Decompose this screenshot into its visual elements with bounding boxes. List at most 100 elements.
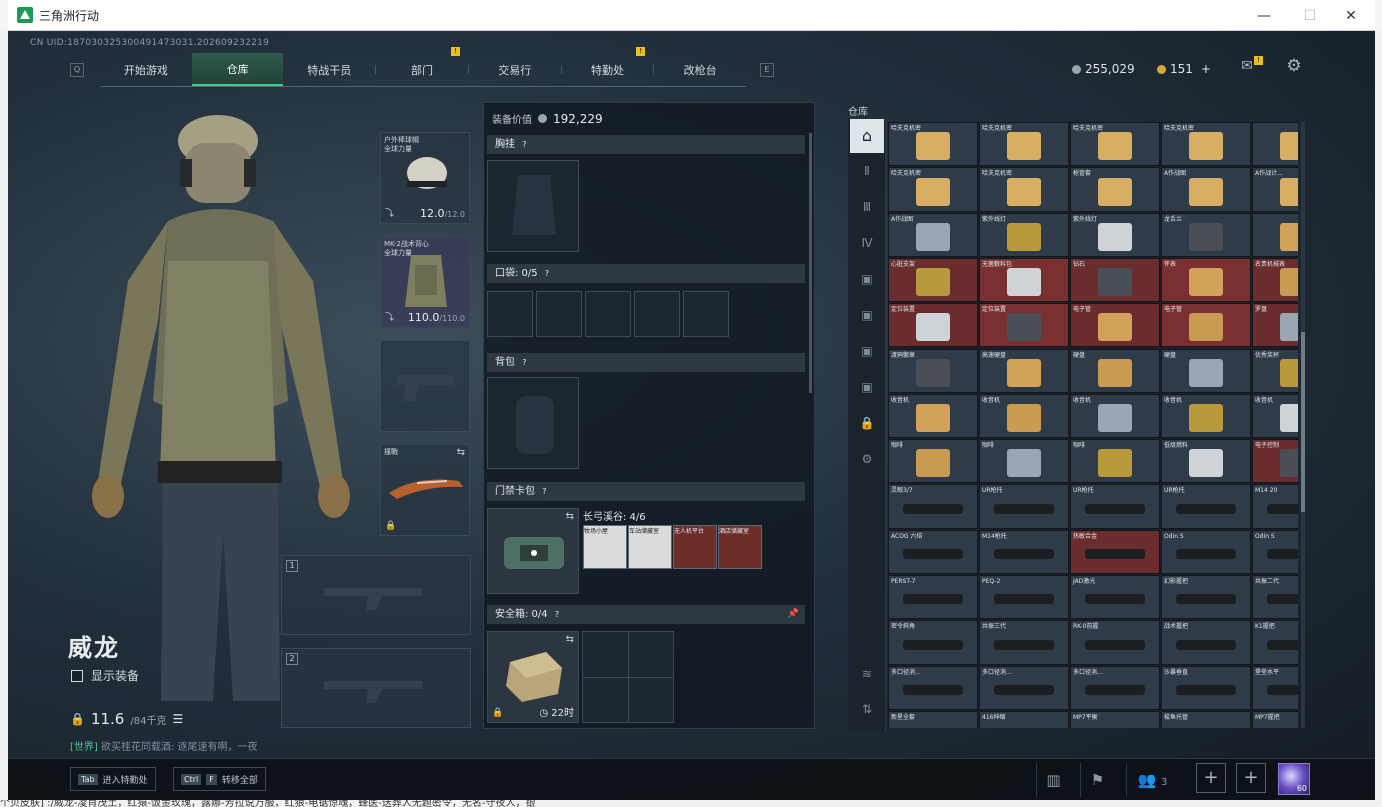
stash-item[interactable]: 硬盘 — [1070, 348, 1160, 393]
flag-icon[interactable]: ⚑ — [1080, 763, 1114, 797]
stash-page-8-icon[interactable]: ▣ — [857, 377, 877, 397]
pocket-slot[interactable] — [683, 291, 729, 337]
stash-main-icon[interactable]: ⌂ — [850, 119, 884, 153]
stash-item[interactable]: 定位装置 — [888, 303, 978, 348]
stash-page-7-icon[interactable]: ▣ — [857, 341, 877, 361]
stash-item[interactable]: Odin S — [1252, 529, 1298, 574]
pocket-slot[interactable] — [536, 291, 582, 337]
stash-item[interactable]: 共振三代 — [979, 620, 1069, 665]
keycard-case-slot[interactable]: ⇆ — [487, 508, 579, 594]
stash-item[interactable]: 电子管 — [1070, 303, 1160, 348]
stash-item[interactable]: PEQ-2 — [979, 575, 1069, 620]
stash-item[interactable]: A作战图 — [888, 212, 978, 257]
stash-item[interactable]: 收音机 — [888, 393, 978, 439]
pistol-slot[interactable] — [380, 340, 470, 432]
stash-item[interactable]: 多口径消... — [979, 665, 1069, 710]
swap-icon[interactable]: ⇆ — [566, 511, 574, 522]
close-button[interactable]: ✕ — [1328, 0, 1374, 31]
tab-gunsmith[interactable]: 改枪台 — [654, 53, 746, 86]
help-icon[interactable]: ? — [545, 269, 549, 278]
stash-item[interactable]: A作战计... — [1252, 167, 1298, 212]
add-currency-button[interactable]: + — [1201, 62, 1211, 76]
stash-item[interactable]: 罗盘 — [1252, 303, 1298, 348]
stash-settings-gear-icon[interactable]: ⚙ — [857, 449, 877, 469]
stash-lock-icon[interactable]: 🔒 — [857, 413, 877, 433]
stash-item[interactable]: 硬盘 — [1161, 348, 1251, 393]
stash-page-2-icon[interactable]: Ⅱ — [857, 161, 877, 181]
stash-item[interactable]: 怀表 — [1161, 257, 1251, 303]
stash-item[interactable]: 热敏合金 — [1070, 529, 1160, 574]
invite-slot-button[interactable]: + — [1236, 763, 1266, 793]
stash-item[interactable]: 紫外线灯 — [979, 212, 1069, 257]
help-icon[interactable]: ? — [555, 610, 559, 619]
stash-item[interactable]: 电子管 — [1161, 303, 1251, 348]
coin-currency[interactable]: 151 + — [1157, 62, 1211, 76]
primary-weapon-slot-1[interactable]: 1 — [281, 555, 471, 635]
tab-department[interactable]: 部门! — [376, 47, 468, 86]
transfer-all-button[interactable]: Ctrl F 转移全部 — [173, 767, 266, 791]
stash-item[interactable]: 枪管套 — [1070, 167, 1160, 212]
stash-item[interactable]: 紫外线灯 — [1070, 212, 1160, 257]
stash-sort-icon[interactable]: ⇅ — [857, 699, 877, 719]
stash-item[interactable]: 多口径消... — [888, 665, 978, 710]
stash-scroll-thumb[interactable] — [1301, 332, 1305, 512]
stash-page-3-icon[interactable]: Ⅲ — [857, 197, 877, 217]
primary-weapon-slot-2[interactable]: 2 — [281, 648, 471, 728]
stash-item[interactable]: 钻石 — [1070, 257, 1160, 303]
stash-item[interactable]: 416伸缩 — [979, 710, 1069, 728]
stash-layers-icon[interactable]: ≋ — [857, 664, 877, 684]
stash-item[interactable] — [1252, 122, 1298, 167]
secure-case-grid[interactable] — [582, 631, 674, 723]
swap-icon[interactable]: ⇆ — [457, 447, 465, 458]
help-icon[interactable]: ? — [542, 487, 546, 496]
settings-gear-icon[interactable]: ⚙ — [1285, 58, 1303, 75]
stash-item[interactable]: 哈夫克机密 — [888, 167, 978, 212]
backpack-slot[interactable] — [487, 377, 579, 469]
swap-icon[interactable]: ⇆ — [566, 634, 574, 645]
stash-item[interactable]: 幻影握把 — [1161, 575, 1251, 620]
stash-item[interactable]: 咖啡 — [979, 439, 1069, 484]
stash-item[interactable]: 哈夫克机密 — [1070, 122, 1160, 167]
pin-icon[interactable]: 📌 — [788, 605, 799, 624]
stash-item[interactable]: 高速硬盘 — [979, 348, 1069, 393]
stash-item[interactable]: UR枪托 — [1161, 484, 1251, 529]
equipment-scrollbar[interactable] — [809, 133, 812, 393]
minimize-button[interactable]: — — [1241, 0, 1287, 31]
melee-slot[interactable]: 撞戰 ⇆ 🔒 — [380, 444, 470, 536]
stash-item[interactable]: 灵眼3/7 — [888, 484, 978, 529]
keycard-item[interactable]: 牧场小屋 — [583, 525, 627, 569]
stash-item[interactable]: 心脏支架 — [888, 257, 978, 303]
help-icon[interactable]: ? — [522, 358, 526, 367]
stash-item[interactable]: 梭鱼托管 — [1161, 710, 1251, 728]
tab-trading[interactable]: 交易行 — [469, 53, 561, 86]
stash-item[interactable]: 定位装置 — [979, 303, 1069, 348]
stash-scrollbar[interactable] — [1301, 122, 1305, 728]
stash-item[interactable]: RK-0前握 — [1070, 620, 1160, 665]
stash-item[interactable]: MP7握把 — [1252, 710, 1298, 728]
stash-item[interactable]: 收音机 — [1252, 393, 1298, 439]
stash-item[interactable]: M14 20 — [1252, 484, 1298, 529]
stash-item[interactable]: A作战图 — [1161, 167, 1251, 212]
stash-page-6-icon[interactable]: ▣ — [857, 305, 877, 325]
show-equipment-checkbox[interactable] — [71, 669, 83, 682]
stash-item[interactable]: 无菌敷料包 — [979, 257, 1069, 303]
stash-item[interactable]: PERST-7 — [888, 575, 978, 620]
keycard-item[interactable]: 无人机平台 — [673, 525, 717, 569]
stash-item[interactable]: M14枪托 — [979, 529, 1069, 574]
tab-operators[interactable]: 特战干员 — [283, 53, 375, 86]
stash-page-4-icon[interactable]: Ⅳ — [857, 233, 877, 253]
havoc-currency[interactable]: 255,029 — [1072, 62, 1135, 76]
stash-item[interactable]: 哈夫克机密 — [979, 122, 1069, 167]
tab-start-game[interactable]: 开始游戏 — [100, 53, 192, 86]
stash-item[interactable]: 收音机 — [1070, 393, 1160, 439]
stash-page-5-icon[interactable]: ▣ — [857, 269, 877, 289]
stash-item[interactable]: UR枪托 — [979, 484, 1069, 529]
stats-chart-icon[interactable]: ▥ — [1036, 763, 1070, 797]
enter-special-ops-button[interactable]: Tab 进入特勤处 — [70, 767, 156, 791]
stash-item[interactable] — [1252, 212, 1298, 257]
squad-button[interactable]: 👥 3 — [1126, 763, 1178, 797]
stash-item[interactable]: 低级燃料 — [1161, 439, 1251, 484]
stash-item[interactable]: 哈夫克机密 — [979, 167, 1069, 212]
stash-item[interactable]: 哈夫克机密 — [888, 122, 978, 167]
stash-item[interactable]: 名贵机械表 — [1252, 257, 1298, 303]
